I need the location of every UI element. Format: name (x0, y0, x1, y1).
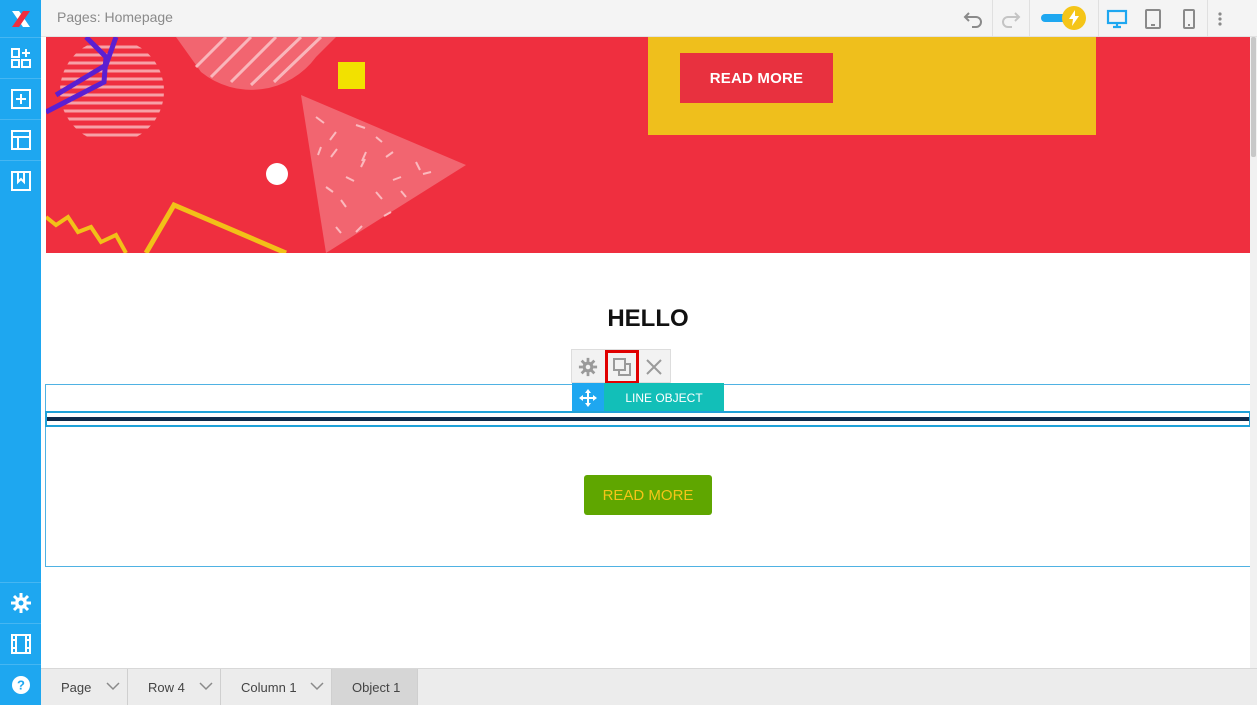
chevron-down-icon (310, 682, 324, 691)
hero-read-more-button[interactable]: READ MORE (680, 53, 833, 103)
chevron-down-icon (199, 682, 213, 691)
chevron-down-icon (106, 682, 120, 691)
more-vertical-icon[interactable] (1208, 0, 1232, 37)
top-bar: Pages: Homepage (41, 0, 1257, 37)
lightning-icon (1062, 6, 1086, 30)
read-more-button[interactable]: READ MORE (584, 475, 712, 515)
gear-icon[interactable] (573, 352, 603, 382)
add-box-icon[interactable] (0, 78, 41, 118)
duplicate-icon[interactable] (605, 350, 639, 384)
move-icon[interactable] (572, 383, 604, 412)
power-mode-toggle[interactable] (1041, 6, 1087, 30)
left-sidebar: ? (0, 0, 41, 705)
close-icon[interactable] (639, 352, 669, 382)
bottom-crumb-label: Column 1 (241, 679, 297, 695)
widgets-icon[interactable] (0, 37, 41, 77)
gear-icon[interactable] (0, 582, 41, 622)
heading-hello[interactable]: HELLO (46, 305, 1250, 333)
desktop-icon[interactable] (1099, 0, 1135, 37)
undo-icon[interactable] (955, 0, 991, 37)
svg-text:?: ? (17, 677, 25, 692)
film-icon[interactable] (0, 623, 41, 663)
mobile-icon[interactable] (1171, 0, 1207, 37)
page-canvas: READ MORE HELLO LINE OBJECT READ MORE (41, 37, 1257, 668)
layout-icon[interactable] (0, 119, 41, 159)
bottom-breadcrumb-bar: Page Row 4 Column 1 Object 1 (41, 668, 1257, 705)
bottom-crumb-label: Object 1 (352, 679, 401, 695)
line-object[interactable] (45, 411, 1251, 427)
divider-line (47, 417, 1249, 421)
redo-icon[interactable] (993, 0, 1029, 37)
bottom-crumb-label: Page (61, 679, 92, 695)
bottom-crumb-object[interactable]: Object 1 (332, 669, 418, 705)
bookmark-icon[interactable] (0, 160, 41, 200)
bottom-crumb-page[interactable]: Page (41, 669, 128, 705)
scrollbar-thumb[interactable] (1251, 37, 1256, 157)
tablet-icon[interactable] (1135, 0, 1171, 37)
bottom-crumb-label: Row 4 (148, 679, 185, 695)
help-icon[interactable]: ? (0, 664, 41, 704)
bottom-crumb-row[interactable]: Row 4 (128, 669, 221, 705)
x-logo-icon[interactable] (0, 0, 41, 37)
object-toolbar (571, 349, 671, 384)
object-type-label: LINE OBJECT (604, 383, 724, 412)
breadcrumb: Pages: Homepage (57, 9, 173, 25)
bottom-crumb-column[interactable]: Column 1 (221, 669, 332, 705)
hero-banner[interactable]: READ MORE (46, 37, 1250, 253)
